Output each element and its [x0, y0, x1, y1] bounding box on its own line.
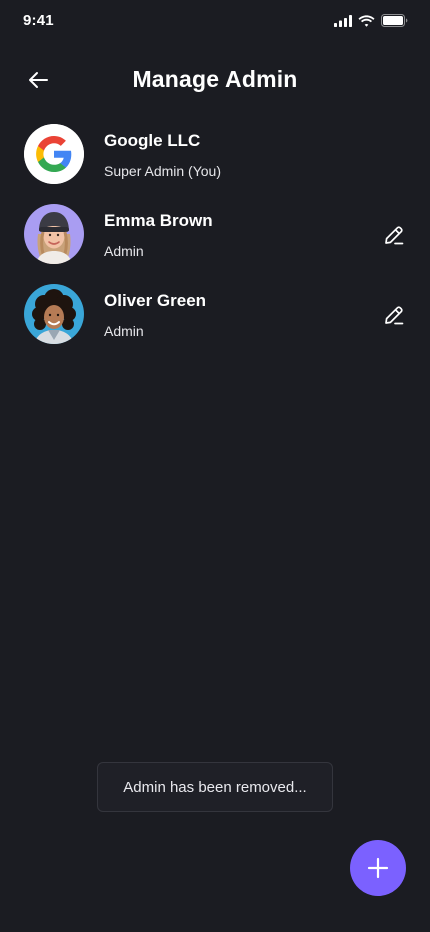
user-photo-icon — [24, 284, 84, 344]
header: Manage Admin — [0, 56, 430, 104]
oliver-avatar — [24, 284, 84, 344]
admin-role: Admin — [104, 243, 144, 259]
admin-row-oliver[interactable]: Oliver Green Admin — [0, 282, 430, 362]
toast-notification: Admin has been removed... — [97, 762, 333, 812]
wifi-icon — [358, 14, 375, 32]
page-title: Manage Admin — [132, 66, 298, 92]
admin-role: Super Admin (You) — [104, 163, 221, 179]
status-icons — [334, 14, 408, 32]
add-admin-button[interactable] — [350, 840, 406, 896]
user-photo-icon — [24, 204, 84, 264]
status-time: 9:41 — [23, 12, 54, 29]
status-bar: 9:41 — [0, 0, 430, 44]
admin-row-google[interactable]: Google LLC Super Admin (You) — [0, 122, 430, 202]
plus-icon — [367, 857, 389, 879]
edit-admin-button[interactable] — [382, 303, 406, 327]
battery-icon — [381, 14, 408, 32]
google-logo-avatar — [24, 124, 84, 184]
pencil-edit-icon — [385, 226, 404, 245]
admin-row-emma[interactable]: Emma Brown Admin — [0, 202, 430, 282]
admin-name: Oliver Green — [104, 291, 207, 310]
admin-name: Emma Brown — [104, 211, 213, 230]
admin-list: Google LLC Super Admin (You) Emma Brown … — [0, 122, 430, 362]
admin-name: Google LLC — [104, 131, 201, 150]
emma-avatar — [24, 204, 84, 264]
toast-message: Admin has been removed... — [123, 778, 307, 796]
pencil-edit-icon — [385, 306, 404, 325]
signal-icon — [334, 14, 352, 32]
edit-admin-button[interactable] — [382, 223, 406, 247]
admin-role: Admin — [104, 323, 144, 339]
google-logo-icon — [24, 124, 84, 184]
